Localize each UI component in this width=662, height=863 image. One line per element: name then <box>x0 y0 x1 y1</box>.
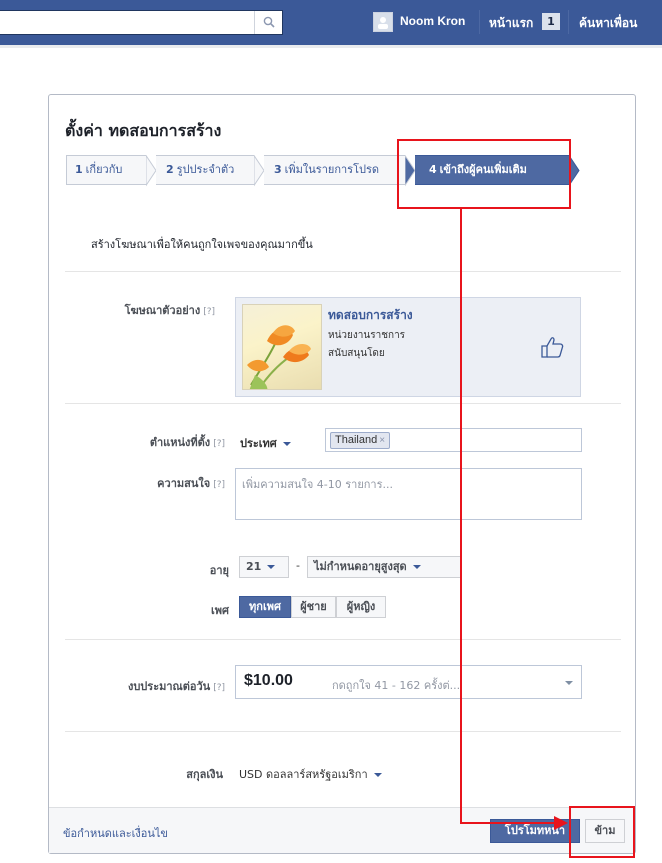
step-number: 3 <box>274 163 282 176</box>
profile-link[interactable]: Noom Kron <box>400 14 465 28</box>
age-min-value: 21 <box>246 560 262 573</box>
gender-all-button[interactable]: ทุกเพศ <box>239 596 291 618</box>
dialog-title: ตั้งค่า ทดสอบการสร้าง <box>65 121 222 140</box>
location-scope-dropdown[interactable]: ประเทศ <box>240 434 291 452</box>
location-label-text: ตำแหน่งที่ตั้ง <box>149 436 211 449</box>
search-icon <box>263 16 275 28</box>
age-max-value: ไม่กำหนดอายุสูงสุด <box>314 560 407 573</box>
divider <box>65 639 621 640</box>
location-scope-value: ประเทศ <box>240 437 277 450</box>
ad-title[interactable]: ทดสอบการสร้าง <box>328 306 413 325</box>
caret-down-icon <box>412 565 421 569</box>
currency-value: USD ดอลลาร์สหรัฐอเมริกา <box>239 768 368 781</box>
avatar[interactable] <box>373 12 393 32</box>
tulip-flower-image <box>247 325 311 389</box>
budget-label-text: งบประมาณต่อวัน <box>127 680 211 693</box>
step-label: รูปประจำตัว <box>176 163 235 176</box>
divider <box>65 731 621 732</box>
topbar-shadow <box>0 45 662 48</box>
help-icon[interactable]: [?] <box>203 307 215 317</box>
caret-down-icon <box>373 773 382 777</box>
user-silhouette-icon <box>378 17 388 29</box>
location-token: Thailand × <box>330 432 391 449</box>
age-max-dropdown[interactable]: ไม่กำหนดอายุสูงสุด <box>307 556 462 578</box>
caret-down-icon <box>267 565 276 569</box>
help-icon[interactable]: [?] <box>213 439 225 449</box>
step-number: 1 <box>75 163 83 176</box>
help-icon[interactable]: [?] <box>213 480 225 490</box>
step-about[interactable]: 1 เกี่ยวกับ <box>66 155 146 185</box>
step-profile-picture[interactable]: 2 รูปประจำตัว <box>156 155 254 185</box>
intro-text: สร้างโฆษณาเพื่อให้คนถูกใจเพจของคุณมากขึ้… <box>91 238 313 251</box>
divider <box>65 271 621 272</box>
ad-sponsored-label: สนับสนุนโดย <box>328 348 385 359</box>
step-number: 2 <box>166 163 174 176</box>
age-range-dash: - <box>296 559 300 572</box>
location-label: ตำแหน่งที่ตั้ง [?] <box>150 433 225 451</box>
gender-male-button[interactable]: ผู้ชาย <box>291 596 336 618</box>
annotation-line <box>460 822 555 824</box>
step-label: เพิ่มในรายการโปรด <box>284 163 380 176</box>
terms-link[interactable]: ข้อกำหนดและเงื่อนไข <box>63 824 168 842</box>
find-friends-link[interactable]: ค้นหาเพื่อน <box>579 14 637 33</box>
ad-image <box>242 304 322 390</box>
gender-female-button[interactable]: ผู้หญิง <box>336 596 386 618</box>
divider <box>568 10 569 34</box>
gender-label: เพศ <box>211 604 229 617</box>
search-input[interactable] <box>0 10 283 35</box>
location-input[interactable]: Thailand × <box>325 428 582 452</box>
caret-down-icon <box>565 681 573 685</box>
help-icon[interactable]: [?] <box>213 683 225 693</box>
dialog-footer: ข้อกำหนดและเงื่อนไข โปรโมทหน้า ข้าม <box>49 807 635 853</box>
age-min-dropdown[interactable]: 21 <box>239 556 289 578</box>
currency-dropdown[interactable]: USD ดอลลาร์สหรัฐอเมริกา <box>239 765 382 783</box>
divider <box>479 10 480 34</box>
annotation-arrow-icon <box>554 816 568 830</box>
currency-label: สกุลเงิน <box>186 768 223 781</box>
annotation-highlight-box <box>569 806 635 858</box>
search-button[interactable] <box>254 11 282 34</box>
preview-label: โฆษณาตัวอย่าง [?] <box>125 301 215 319</box>
step-add-to-favorites[interactable]: 3 เพิ่มในรายการโปรด <box>264 155 405 185</box>
preview-label-text: โฆษณาตัวอย่าง <box>124 304 201 317</box>
notification-badge: 1 <box>542 13 560 30</box>
budget-amount: $10.00 <box>244 672 293 689</box>
remove-token-icon[interactable]: × <box>379 435 385 446</box>
budget-label: งบประมาณต่อวัน [?] <box>128 677 225 695</box>
divider <box>65 403 621 404</box>
home-link[interactable]: หน้าแรก <box>489 14 533 33</box>
interests-label: ความสนใจ [?] <box>157 474 225 492</box>
location-token-text: Thailand <box>335 434 378 446</box>
annotation-line <box>460 209 462 824</box>
ad-preview: ทดสอบการสร้าง หน่วยงานราชการ สนับสนุนโดย <box>235 297 581 397</box>
age-label: อายุ <box>209 564 229 577</box>
step-label: เกี่ยวกับ <box>85 163 123 176</box>
like-thumb-icon[interactable] <box>540 336 564 358</box>
budget-estimate: กดถูกใจ 41 - 162 ครั้งต่... <box>332 679 461 692</box>
annotation-highlight-box <box>397 139 571 209</box>
interests-placeholder: เพิ่มความสนใจ 4-10 รายการ... <box>242 478 393 491</box>
top-bar: Noom Kron หน้าแรก 1 ค้นหาเพื่อน <box>0 0 662 45</box>
ad-category: หน่วยงานราชการ <box>328 330 406 341</box>
daily-budget-dropdown[interactable]: $10.00 กดถูกใจ 41 - 162 ครั้งต่... <box>235 665 582 699</box>
caret-down-icon <box>282 442 291 446</box>
interests-input[interactable]: เพิ่มความสนใจ 4-10 รายการ... <box>235 468 582 520</box>
interests-label-text: ความสนใจ <box>157 477 211 490</box>
